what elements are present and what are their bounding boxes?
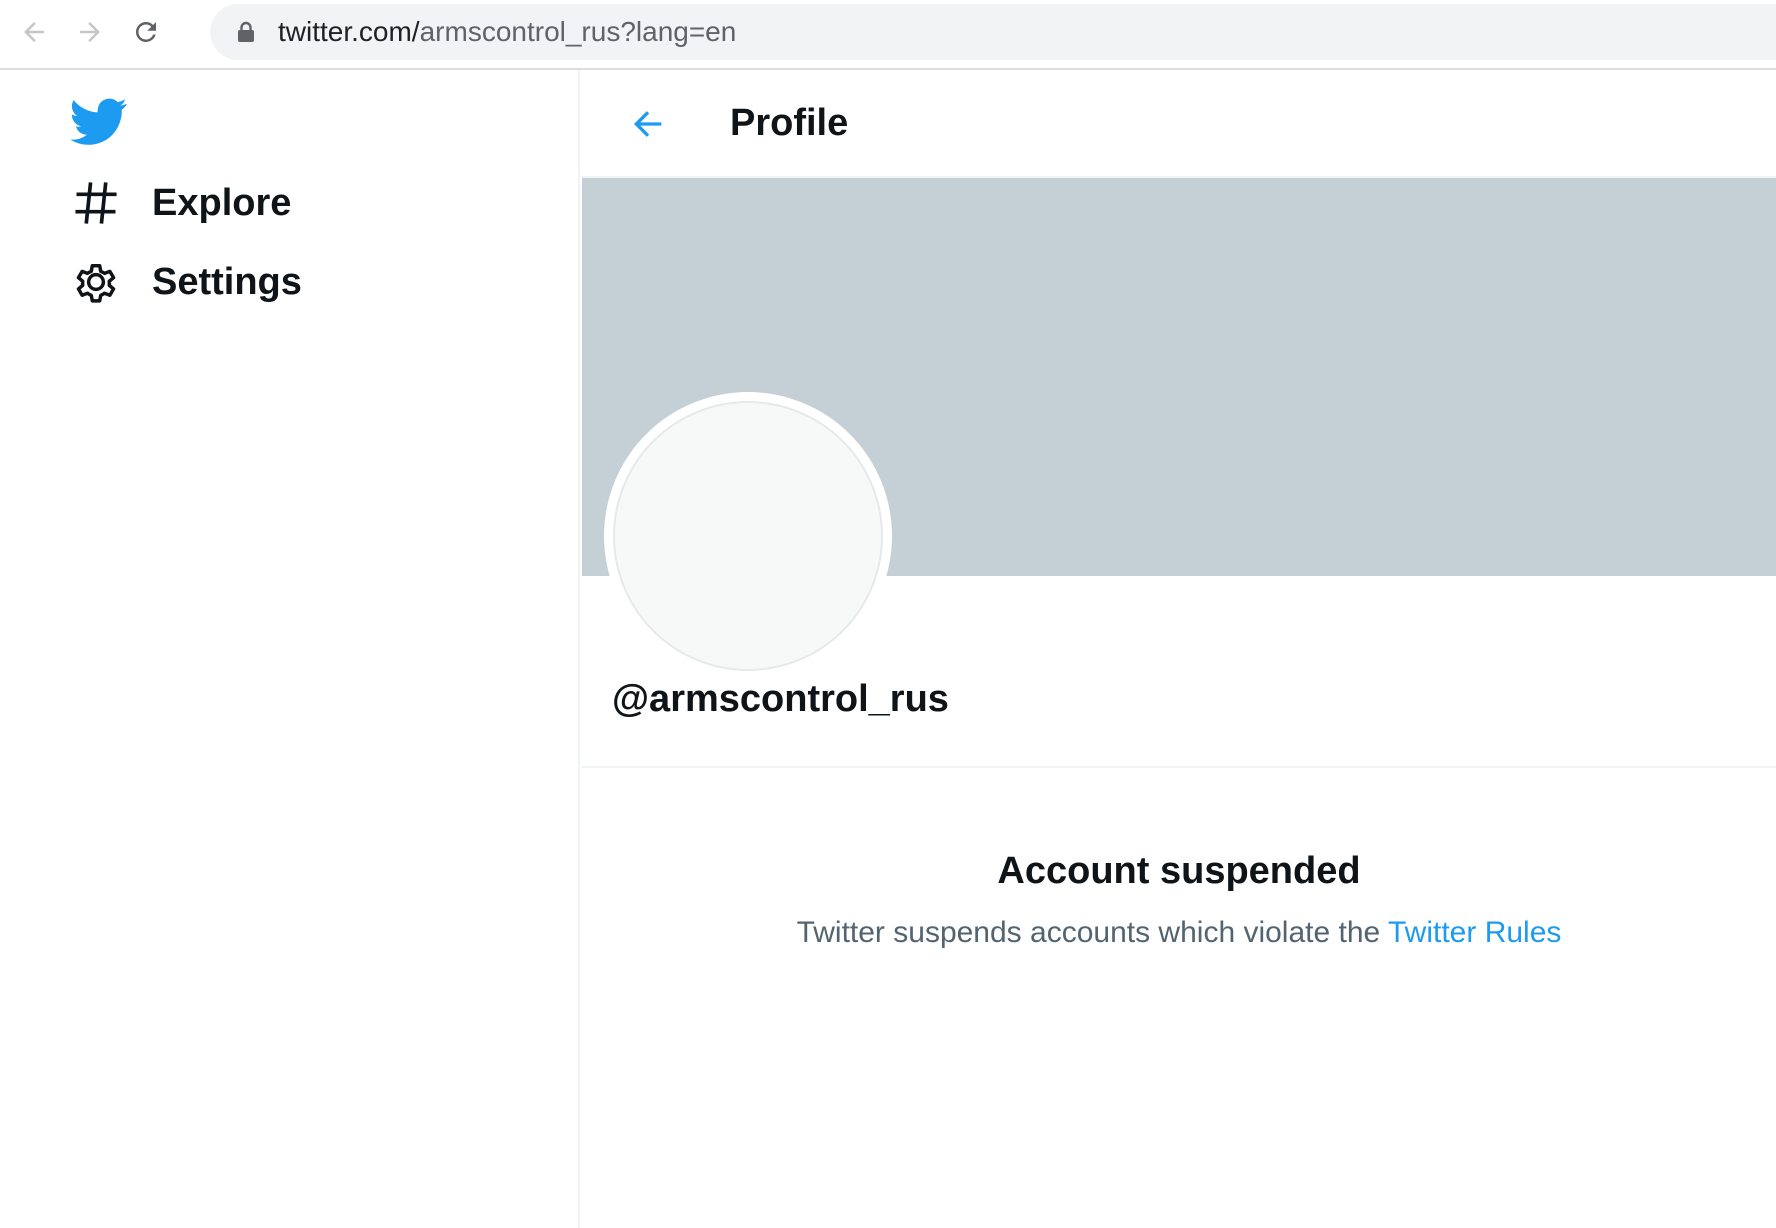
back-arrow-icon (634, 111, 662, 137)
back-arrow-icon (24, 22, 44, 42)
sidebar-item-label: Explore (152, 181, 292, 224)
sidebar-item-settings[interactable]: Settings (60, 247, 420, 317)
avatar-placeholder (613, 401, 883, 671)
browser-reload-button[interactable] (126, 12, 166, 52)
page-title: Profile (730, 102, 849, 144)
sidebar-item-label: Settings (152, 260, 302, 303)
profile-handle: @armscontrol_rus (612, 678, 949, 720)
back-button[interactable] (624, 100, 672, 148)
lock-icon (238, 21, 254, 42)
profile-header: Profile (582, 70, 1776, 178)
url-host: twitter.com/ (278, 16, 420, 47)
hashtag-icon (75, 182, 117, 224)
sidebar-item-explore[interactable]: Explore (60, 168, 420, 238)
divider (582, 766, 1776, 768)
browser-back-button[interactable] (14, 12, 54, 52)
gear-icon (76, 264, 116, 303)
sidebar: Explore Settings (0, 70, 580, 1228)
browser-toolbar: twitter.com/armscontrol_rus?lang=en (0, 0, 1776, 70)
address-bar[interactable]: twitter.com/armscontrol_rus?lang=en (210, 4, 1776, 60)
twitter-bird-icon[interactable] (70, 98, 128, 146)
suspension-title: Account suspended (997, 850, 1361, 892)
suspension-message: Twitter suspends accounts which violate … (582, 916, 1776, 950)
browser-forward-button[interactable] (70, 12, 110, 52)
avatar (604, 392, 892, 680)
suspension-message-text: Twitter suspends accounts which violate … (796, 916, 1389, 949)
url-path: armscontrol_rus?lang=en (419, 16, 737, 47)
main-column: Profile @armscontrol_rus Account suspend… (582, 70, 1776, 1228)
reload-icon (135, 21, 156, 42)
url-text: twitter.com/armscontrol_rus?lang=en (278, 18, 736, 46)
forward-arrow-icon (80, 22, 100, 42)
twitter-rules-link[interactable]: Twitter Rules (1388, 916, 1561, 949)
